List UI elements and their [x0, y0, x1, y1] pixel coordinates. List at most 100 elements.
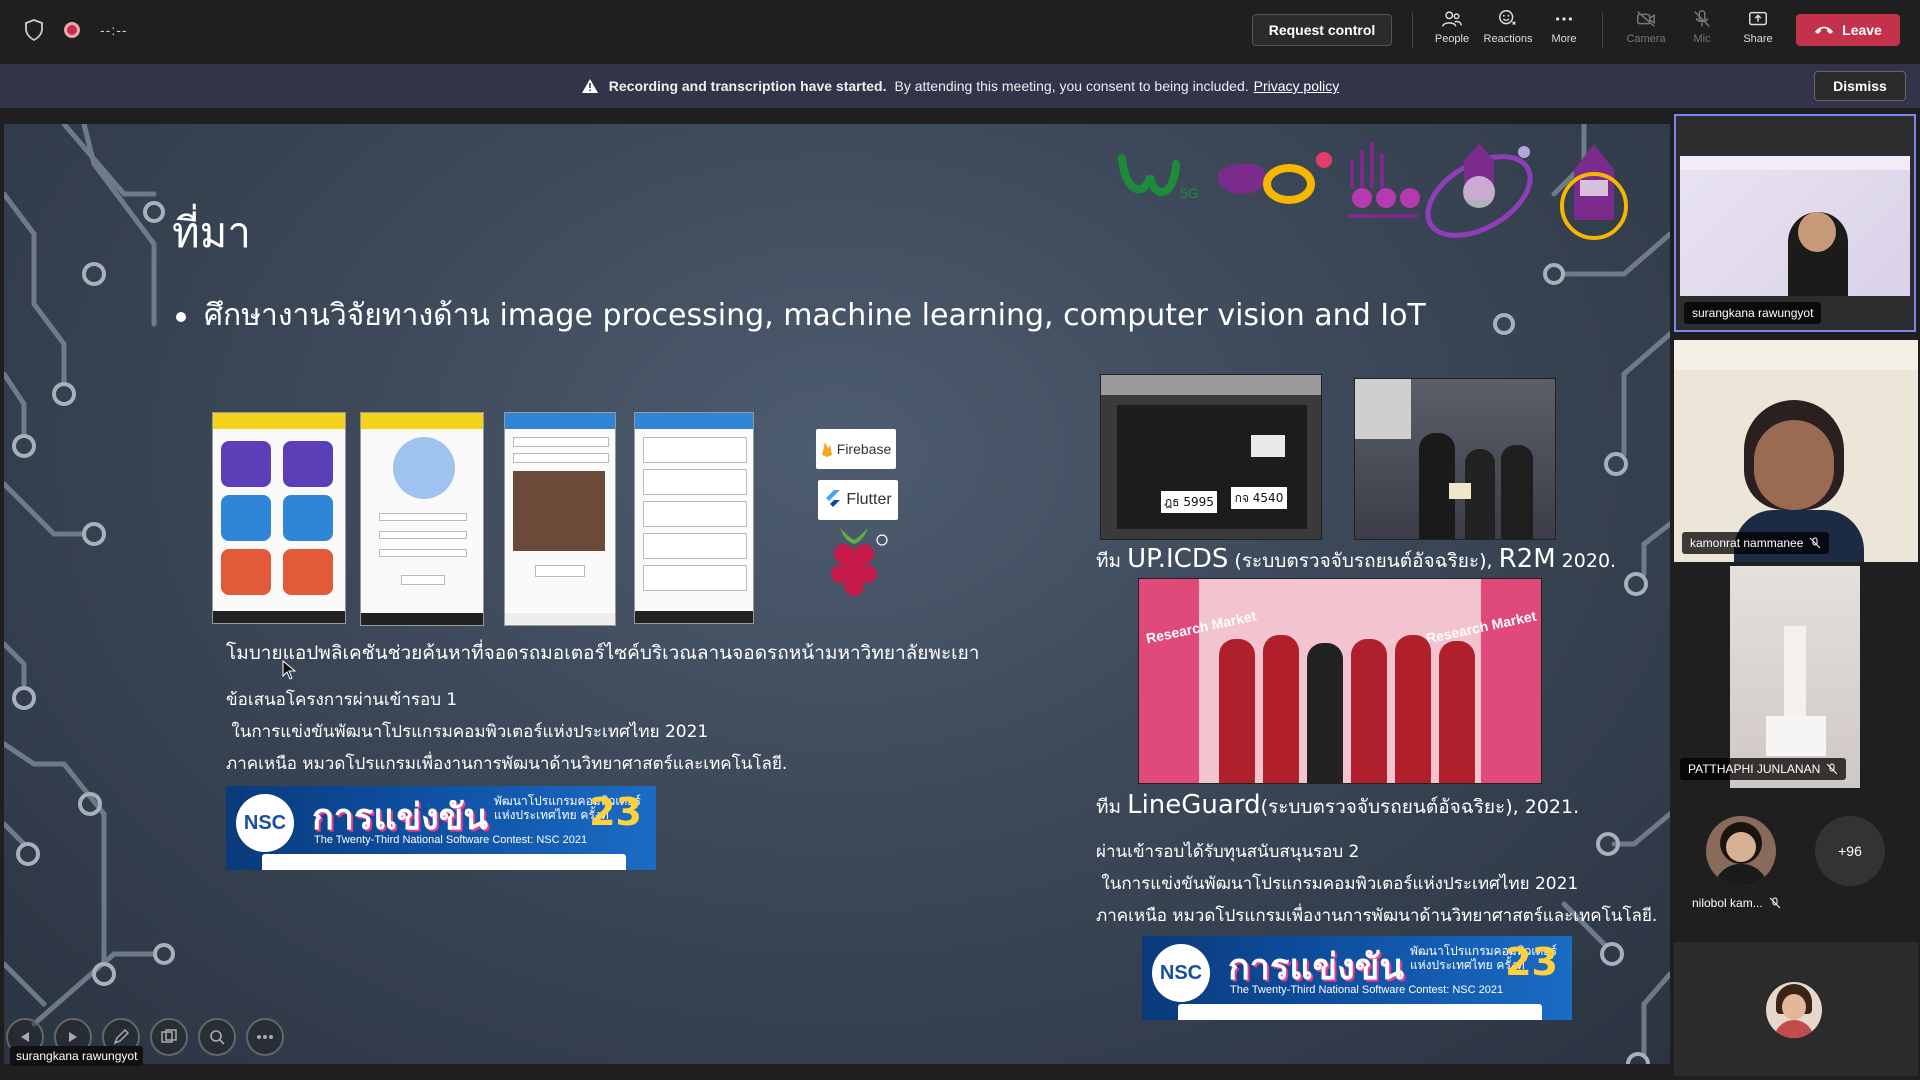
phone-hangup-icon [1815, 26, 1834, 34]
left-line-3: ภาคเหนือ หมวดโปรแกรมเพื่องานการพัฒนาด้าน… [226, 754, 788, 774]
recording-icon [64, 22, 80, 38]
recording-banner: Recording and transcription have started… [0, 64, 1920, 108]
university-seal-icon [1425, 144, 1533, 238]
banner-bold-text: Recording and transcription have started… [608, 78, 887, 94]
nsc-banner-left: NSC การแข่งขัน พัฒนาโปรแกรมคอมพิวเตอร์ แห… [226, 786, 656, 870]
ict-logo-icon [1348, 142, 1420, 218]
camera-off-icon [1637, 11, 1655, 27]
self-view-tile[interactable] [1674, 942, 1918, 1076]
svg-text:5G: 5G [1180, 185, 1199, 201]
shared-content-stage: 5G ที่มา ศึกษางานวิจัยทางด้าน image proc… [0, 112, 1670, 1080]
nsc-number: 23 [1505, 940, 1558, 984]
toolbar-divider [1602, 12, 1603, 48]
pen-icon [113, 1029, 129, 1045]
more-participants-button[interactable]: +96 [1815, 816, 1885, 886]
people-button[interactable]: People [1424, 8, 1480, 54]
self-avatar [1766, 982, 1822, 1038]
5g-logo-icon: 5G [1118, 154, 1199, 201]
video-tile-3[interactable] [1730, 566, 1860, 788]
more-icon [257, 1035, 273, 1039]
banner-text: By attending this meeting, you consent t… [894, 78, 1249, 94]
firebase-icon [821, 442, 832, 457]
right-line-2: ในการแข่งขันพัฒนาโปรแกรมคอมพิวเตอร์แห่งป… [1096, 874, 1579, 894]
more-button[interactable]: More [1536, 8, 1592, 54]
partner-logos: 5G [1118, 142, 1628, 240]
app-screenshot-1 [212, 412, 346, 624]
app-caption: โมบายแอปพลิเคชันช่วยค้นหาที่จอดรถมอเตอร์… [226, 642, 980, 664]
shield-icon[interactable] [24, 19, 44, 41]
reactions-button[interactable]: Reactions [1480, 8, 1536, 54]
privacy-policy-link[interactable]: Privacy policy [1254, 78, 1340, 94]
slide-title: ที่มา [172, 208, 251, 257]
share-label: Share [1743, 33, 1773, 45]
people-label: People [1434, 33, 1470, 45]
mic-off-icon [1769, 897, 1781, 909]
slide-more-button[interactable] [246, 1018, 284, 1056]
slides-grid-icon [161, 1029, 177, 1043]
participant-name-tag: PATTHAPHI JUNLANAN [1680, 758, 1847, 780]
mic-button[interactable]: Mic [1674, 8, 1730, 54]
left-line-2: ในการแข่งขันพัฒนาโปรแกรมคอมพิวเตอร์แห่งป… [226, 722, 709, 742]
mic-off-icon [1826, 763, 1838, 775]
request-control-button[interactable]: Request control [1252, 14, 1392, 46]
play-back-icon [21, 1032, 29, 1042]
nsc-logo: NSC [1152, 944, 1210, 1002]
nsc-english: The Twenty-Third National Software Conte… [1230, 984, 1504, 996]
nsc-banner-right: NSC การแข่งขัน พัฒนาโปรแกรมคอมพิวเตอร์ แห… [1142, 936, 1572, 1020]
do-logo-icon [1218, 152, 1332, 204]
leave-label: Leave [1842, 22, 1882, 38]
flutter-icon [826, 490, 841, 507]
award-photo [1354, 378, 1556, 540]
zoom-button[interactable] [198, 1018, 236, 1056]
presentation-slide: 5G ที่มา ศึกษางานวิจัยทางด้าน image proc… [4, 124, 1670, 1064]
license-plate-photo: ฎธ 5995 กจ 4540 [1100, 374, 1322, 540]
sponsor-strip [262, 854, 626, 870]
firebase-label: Firebase [836, 441, 892, 457]
plate-2: กจ 4540 [1231, 487, 1287, 509]
reactions-label: Reactions [1483, 33, 1533, 45]
team2-caption: ทีม LineGuard(ระบบตรวจจับรถยนต์อัจฉริยะ)… [1096, 790, 1580, 820]
dismiss-button[interactable]: Dismiss [1814, 71, 1906, 101]
people-icon [1442, 11, 1462, 27]
app-screenshot-4 [634, 412, 754, 624]
participants-panel: surangkana rawungyot kamonrat nammanee P… [1674, 112, 1920, 1080]
participant-avatar[interactable] [1706, 816, 1776, 886]
camera-button[interactable]: Camera [1618, 8, 1674, 54]
sponsor-strip [1178, 1004, 1542, 1020]
bullet-text: ศึกษางานวิจัยทางด้าน image processing, m… [204, 298, 1426, 333]
right-line-3: ภาคเหนือ หมวดโปรแกรมเพื่องานการพัฒนาด้าน… [1096, 906, 1658, 926]
video-tile-2[interactable]: kamonrat nammanee [1674, 340, 1918, 562]
plate-1: ฎธ 5995 [1161, 491, 1217, 513]
reactions-icon [1499, 10, 1516, 25]
video-tile-1[interactable]: surangkana rawungyot [1674, 114, 1916, 332]
share-button[interactable]: Share [1730, 8, 1786, 54]
nsc-number: 23 [589, 790, 642, 834]
more-icon [1555, 17, 1573, 21]
camera-label: Camera [1626, 33, 1666, 45]
team1-caption: ทีม UP.ICDS (ระบบตรวจจับรถยนต์อัจฉริยะ),… [1096, 544, 1617, 574]
participant-name-tag: surangkana rawungyot [1684, 302, 1822, 324]
flutter-label: Flutter [846, 491, 892, 508]
slide-bullet: ศึกษางานวิจัยทางด้าน image processing, m… [176, 292, 1426, 339]
mouse-cursor-icon [282, 660, 296, 680]
more-label: More [1551, 33, 1577, 45]
mic-label: Mic [1693, 33, 1711, 45]
presenter-name-tag: surangkana rawungyot [10, 1046, 144, 1066]
all-slides-button[interactable] [150, 1018, 188, 1056]
mic-off-icon [1810, 537, 1821, 549]
nsc-logo: NSC [236, 794, 294, 852]
play-icon [69, 1032, 77, 1042]
raspberry-pi-icon [831, 528, 888, 596]
meeting-timer: --:-- [100, 22, 128, 38]
right-line-1: ผ่านเข้ารอบได้รับทุนสนับสนุนรอบ 2 [1096, 842, 1360, 862]
app-screenshot-2 [360, 412, 484, 626]
research-market-photo: Research Market Research Market [1138, 578, 1542, 784]
share-icon [1749, 11, 1767, 26]
toolbar-left: --:-- [24, 0, 128, 60]
participant-name-tag: nilobol kam... [1692, 896, 1781, 910]
leave-button[interactable]: Leave [1796, 14, 1900, 46]
university-logo-icon [1560, 144, 1628, 240]
warning-icon [581, 79, 598, 93]
flutter-logo: Flutter [818, 480, 898, 520]
firebase-logo: Firebase [816, 429, 896, 469]
